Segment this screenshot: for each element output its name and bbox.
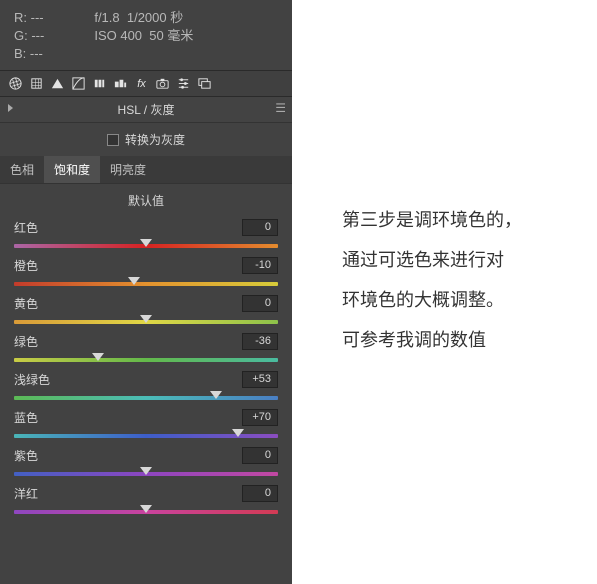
sliders-container: 红色 0 橙色 -10 黄色 0 绿色 -36 浅绿色 +53 蓝色 +70 紫色 0 洋红 0 bbox=[0, 217, 292, 531]
hsl-panel: R: --- G: --- B: --- f/1.8 1/2000 秒 ISO … bbox=[0, 0, 292, 584]
slider-row: 红色 0 bbox=[14, 219, 278, 253]
presets-icon[interactable] bbox=[195, 74, 214, 93]
tab-luminance[interactable]: 明亮度 bbox=[100, 156, 156, 183]
tab-saturation[interactable]: 饱和度 bbox=[44, 156, 100, 183]
slider-row: 橙色 -10 bbox=[14, 257, 278, 291]
slider-thumb[interactable] bbox=[140, 505, 152, 513]
slider-thumb[interactable] bbox=[140, 467, 152, 475]
slider-thumb[interactable] bbox=[128, 277, 140, 285]
crop-icon[interactable] bbox=[27, 74, 46, 93]
focal-value: 50 毫米 bbox=[149, 28, 193, 43]
defaults-label[interactable]: 默认值 bbox=[0, 183, 292, 217]
slider-value[interactable]: 0 bbox=[242, 447, 278, 464]
panel-title-bar: HSL / 灰度 ☰ bbox=[0, 97, 292, 123]
slider-label: 红色 bbox=[14, 219, 38, 236]
convert-grayscale-checkbox[interactable] bbox=[107, 134, 119, 146]
hsl-tabs: 色相 饱和度 明亮度 bbox=[0, 156, 292, 183]
slider-row: 黄色 0 bbox=[14, 295, 278, 329]
slider-thumb[interactable] bbox=[210, 391, 222, 399]
slider-row: 紫色 0 bbox=[14, 447, 278, 481]
instructions-line: 可参考我调的数值 bbox=[342, 320, 522, 360]
slider-label: 蓝色 bbox=[14, 409, 38, 426]
slider-row: 蓝色 +70 bbox=[14, 409, 278, 443]
slider-label: 洋红 bbox=[14, 485, 38, 502]
slider-value[interactable]: 0 bbox=[242, 219, 278, 236]
slider-track[interactable] bbox=[14, 353, 278, 367]
slider-row: 浅绿色 +53 bbox=[14, 371, 278, 405]
iso-value: ISO 400 bbox=[94, 28, 142, 43]
slider-value[interactable]: -10 bbox=[242, 257, 278, 274]
slider-value[interactable]: 0 bbox=[242, 295, 278, 312]
slider-value[interactable]: +53 bbox=[242, 371, 278, 388]
detail-icon[interactable] bbox=[90, 74, 109, 93]
rgb-r: R: --- bbox=[14, 10, 44, 26]
slider-thumb[interactable] bbox=[232, 429, 244, 437]
instructions-text: 第三步是调环境色的， 通过可选色来进行对 环境色的大概调整。 可参考我调的数值 bbox=[342, 200, 522, 360]
convert-grayscale-label: 转换为灰度 bbox=[125, 131, 185, 148]
aperture-value: f/1.8 bbox=[94, 10, 119, 25]
slider-thumb[interactable] bbox=[140, 239, 152, 247]
slider-value[interactable]: +70 bbox=[242, 409, 278, 426]
slider-row: 洋红 0 bbox=[14, 485, 278, 519]
slider-label: 绿色 bbox=[14, 333, 38, 350]
slider-track[interactable] bbox=[14, 239, 278, 253]
slider-track[interactable] bbox=[14, 315, 278, 329]
slider-label: 橙色 bbox=[14, 257, 38, 274]
slider-value[interactable]: 0 bbox=[242, 485, 278, 502]
slider-track[interactable] bbox=[14, 429, 278, 443]
slider-value[interactable]: -36 bbox=[242, 333, 278, 350]
fx-icon[interactable]: fx bbox=[132, 74, 151, 93]
slider-row: 绿色 -36 bbox=[14, 333, 278, 367]
slider-label: 黄色 bbox=[14, 295, 38, 312]
slider-track[interactable] bbox=[14, 505, 278, 519]
slider-label: 浅绿色 bbox=[14, 371, 50, 388]
exposure-icon[interactable] bbox=[48, 74, 67, 93]
slider-track[interactable] bbox=[14, 391, 278, 405]
camera-icon[interactable] bbox=[153, 74, 172, 93]
instructions-line: 通过可选色来进行对 bbox=[342, 240, 522, 280]
instructions-line: 环境色的大概调整。 bbox=[342, 280, 522, 320]
disclosure-icon[interactable] bbox=[8, 104, 13, 112]
curve-icon[interactable] bbox=[69, 74, 88, 93]
aperture-icon[interactable] bbox=[6, 74, 25, 93]
rgb-g: G: --- bbox=[14, 28, 44, 44]
slider-label: 紫色 bbox=[14, 447, 38, 464]
metadata-bar: R: --- G: --- B: --- f/1.8 1/2000 秒 ISO … bbox=[0, 0, 292, 70]
shutter-value: 1/2000 秒 bbox=[127, 10, 183, 25]
convert-grayscale-row: 转换为灰度 bbox=[0, 123, 292, 156]
slider-thumb[interactable] bbox=[140, 315, 152, 323]
sliders-icon[interactable] bbox=[174, 74, 193, 93]
instructions-line: 第三步是调环境色的， bbox=[342, 200, 522, 240]
slider-track[interactable] bbox=[14, 467, 278, 481]
panel-title: HSL / 灰度 bbox=[118, 101, 175, 118]
slider-thumb[interactable] bbox=[92, 353, 104, 361]
panel-menu-icon[interactable]: ☰ bbox=[275, 101, 286, 115]
tab-hue[interactable]: 色相 bbox=[0, 156, 44, 183]
toolbar: fx bbox=[0, 70, 292, 97]
hsl-icon[interactable] bbox=[111, 74, 130, 93]
slider-track[interactable] bbox=[14, 277, 278, 291]
rgb-b: B: --- bbox=[14, 46, 44, 62]
